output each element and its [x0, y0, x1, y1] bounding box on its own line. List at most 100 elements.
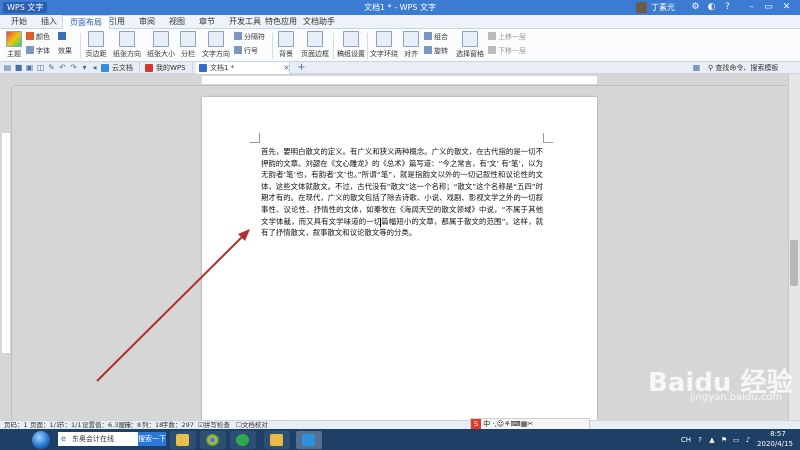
start-button[interactable]	[32, 431, 50, 449]
draft-paper-icon	[343, 31, 359, 47]
tray-network-icon[interactable]: ▲	[708, 436, 716, 444]
send-backward-button[interactable]: 下移一层	[488, 46, 526, 56]
text-direction-button[interactable]: 文字方向	[202, 31, 230, 59]
page-border-button[interactable]: 页面边框	[300, 31, 330, 59]
group-icon	[424, 32, 432, 40]
paper-size-button[interactable]: 纸张大小	[146, 31, 176, 59]
redo-icon[interactable]: ↷	[69, 63, 78, 72]
ribbon-divider	[272, 33, 273, 59]
skin-icon[interactable]: ◐	[706, 2, 717, 13]
orientation-button[interactable]: 纸张方向	[112, 31, 142, 59]
clock-date[interactable]: 2020/4/15	[752, 440, 798, 448]
print-icon[interactable]: ▣	[25, 63, 34, 72]
color-button[interactable]: 颜色	[26, 32, 50, 42]
chrome-icon	[206, 434, 219, 446]
close-icon[interactable]: ✕	[781, 2, 792, 13]
window-mode-icon[interactable]: ▦	[692, 63, 701, 72]
help-icon[interactable]: ?	[722, 2, 733, 13]
tab-doc-assistant[interactable]: 文档助手	[296, 15, 342, 29]
search-icon: ⚲	[708, 64, 714, 72]
font-theme-button[interactable]: 字体	[26, 46, 50, 56]
doc-tab-my-wps[interactable]: 我的WPS	[142, 62, 193, 74]
taskbar-app-folder[interactable]	[170, 431, 196, 449]
browser-icon	[236, 434, 249, 446]
dropdown-icon[interactable]: ▾	[80, 63, 89, 72]
background-button[interactable]: 背景	[276, 31, 296, 59]
ruler-text-area	[2, 133, 10, 353]
tray-monitor-icon[interactable]: ▭	[732, 436, 740, 444]
wrap-text-button[interactable]: 文字环绕	[370, 31, 398, 59]
rotate-icon	[424, 46, 432, 54]
doc-tab-document1[interactable]: 文档1 *	[196, 62, 290, 74]
taskbar-search-button[interactable]: 搜索一下	[138, 432, 166, 446]
open-folder-icon[interactable]: ▤	[3, 63, 12, 72]
columns-icon	[180, 31, 196, 47]
user-name[interactable]: 丁素光	[651, 0, 675, 15]
minimize-icon[interactable]: –	[746, 2, 757, 13]
tray-volume-icon[interactable]: ♪	[744, 436, 752, 444]
bring-forward-icon	[488, 32, 496, 40]
theme-icon	[6, 31, 22, 47]
color-icon	[26, 32, 34, 40]
ime-tools-icon[interactable]: ·,☺⚘⌨▦✂	[492, 420, 533, 428]
tray-flag-icon[interactable]: ⚑	[720, 436, 728, 444]
tab-home[interactable]: 开始	[4, 15, 34, 29]
effect-icon	[58, 32, 66, 40]
user-avatar[interactable]	[636, 2, 647, 13]
doc-tab-cloud[interactable]: 云文档	[98, 62, 140, 74]
close-tab-icon[interactable]: ×	[282, 63, 291, 72]
maximize-icon[interactable]: ▭	[763, 2, 774, 13]
explorer-icon	[270, 434, 283, 446]
clock-time[interactable]: 8:57	[758, 430, 798, 438]
ribbon-divider	[80, 33, 81, 59]
paper-size-icon	[153, 31, 169, 47]
scrollbar-thumb[interactable]	[790, 240, 798, 286]
title-bar: WPS 文字 文档1 * - WPS 文字 丁素光 ⚙ ◐ ? – ▭ ✕	[0, 0, 800, 15]
align-button[interactable]: 对齐	[402, 31, 420, 59]
rotate-button[interactable]: 旋转	[424, 46, 448, 56]
tab-insert[interactable]: 插入	[34, 15, 64, 29]
columns-button[interactable]: 分栏	[178, 31, 198, 59]
text-cursor	[380, 218, 381, 227]
effect-toggle[interactable]	[58, 32, 68, 41]
status-bar: 页码：1 页面：1/1 节：1/1 设置值：6.3厘米 行：8 列：18 字数：…	[0, 420, 800, 429]
group-button[interactable]: 组合	[424, 32, 448, 42]
menu-bar: 开始 插入 页面布局 引用 审阅 视图 章节 开发工具 特色应用 文档助手	[0, 15, 800, 29]
taskbar-app-browser[interactable]	[230, 431, 256, 449]
selection-pane-button[interactable]: 选择窗格	[456, 31, 484, 59]
cloud-icon	[101, 64, 109, 72]
tab-references[interactable]: 引用	[102, 15, 132, 29]
ribbon-divider	[367, 33, 368, 59]
margins-button[interactable]: 页边距	[84, 31, 108, 59]
undo-icon[interactable]: ↶	[58, 63, 67, 72]
ie-icon: e	[61, 434, 66, 443]
ime-mode[interactable]: 中	[483, 420, 490, 428]
theme-button[interactable]: 主题	[4, 31, 24, 59]
breaks-button[interactable]: 分隔符	[234, 32, 265, 42]
taskbar-app-wps[interactable]	[296, 431, 322, 449]
tab-view[interactable]: 视图	[162, 15, 192, 29]
save-icon[interactable]: ■	[14, 63, 23, 72]
settings-icon[interactable]: ⚙	[690, 2, 701, 13]
folder-icon	[176, 434, 189, 446]
wps-icon	[145, 64, 153, 72]
font-icon	[26, 46, 34, 54]
tray-lang[interactable]: CH	[680, 436, 692, 444]
command-search[interactable]: ⚲ 查找命令、搜索模板	[708, 63, 796, 73]
selection-pane-icon	[462, 31, 478, 47]
draft-settings-button[interactable]: 稿纸设置	[336, 31, 366, 59]
taskbar-app-explorer[interactable]	[264, 431, 290, 449]
background-icon	[278, 31, 294, 47]
print-preview-icon[interactable]: ◫	[36, 63, 45, 72]
tab-chapter[interactable]: 章节	[192, 15, 222, 29]
taskbar-app-chrome[interactable]	[200, 431, 226, 449]
line-numbers-button[interactable]: 行号	[234, 46, 258, 56]
format-painter-icon[interactable]: ✎	[47, 63, 56, 72]
sogou-icon: S	[471, 419, 481, 429]
effect-button[interactable]: 效果	[58, 46, 72, 56]
tab-review[interactable]: 审阅	[132, 15, 162, 29]
document-text[interactable]: 首先，要明白散文的定义。有广义和狭义两种概念。广义的散文，在古代指的是一切不押韵…	[261, 146, 543, 239]
bring-forward-button[interactable]: 上移一层	[488, 32, 526, 42]
new-tab-icon[interactable]: +	[297, 63, 306, 73]
tray-help-icon[interactable]: ?	[696, 436, 704, 444]
